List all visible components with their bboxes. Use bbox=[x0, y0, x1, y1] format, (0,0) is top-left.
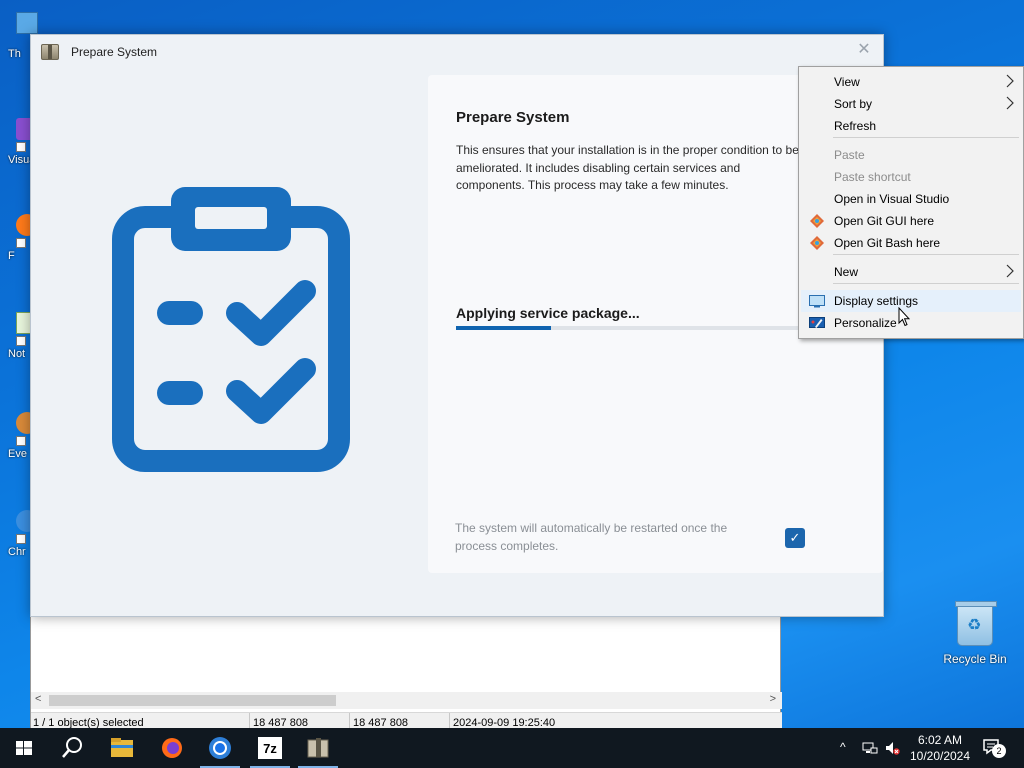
firefox-icon bbox=[162, 738, 182, 758]
search-button[interactable] bbox=[48, 728, 96, 768]
progress-fill bbox=[456, 326, 551, 330]
taskbar-7zip[interactable]: 7z bbox=[246, 728, 294, 768]
app-icon bbox=[41, 44, 59, 60]
context-menu-item-label: Paste bbox=[834, 148, 865, 162]
context-menu-separator bbox=[833, 254, 1019, 255]
shortcut-arrow-icon bbox=[16, 142, 26, 152]
desktop-icon-label: Eve bbox=[8, 448, 27, 460]
scroll-right-icon[interactable]: > bbox=[770, 693, 776, 705]
notification-count-badge: 2 bbox=[992, 744, 1006, 758]
context-menu-item-label: Open in Visual Studio bbox=[834, 192, 950, 206]
file-manager-window: < > 1 / 1 object(s) selected 18 487 808 … bbox=[30, 612, 782, 733]
desktop-context-menu: View Sort by Refresh Paste Paste shortcut Ope… bbox=[798, 66, 1024, 339]
display-icon bbox=[809, 295, 825, 308]
context-menu-item-label: Open Git GUI here bbox=[834, 214, 935, 228]
context-menu-item[interactable]: View bbox=[801, 71, 1021, 93]
volume-muted-icon[interactable] bbox=[884, 740, 900, 756]
submenu-chevron-right-icon bbox=[1006, 74, 1014, 88]
taskbar: 7z ^ 6:02 AM 10/20/2024 2 bbox=[0, 728, 1024, 768]
context-menu-item[interactable]: Open Git Bash here bbox=[801, 232, 1021, 254]
system-clock[interactable]: 6:02 AM 10/20/2024 bbox=[905, 732, 975, 764]
7zip-label: 7z bbox=[263, 741, 277, 756]
scrollbar-thumb[interactable] bbox=[49, 695, 336, 706]
context-menu-item[interactable]: Personalize bbox=[801, 312, 1021, 334]
context-menu-item[interactable]: New bbox=[801, 261, 1021, 283]
desktop-icon-label: Chr bbox=[8, 546, 26, 558]
git-icon bbox=[810, 236, 824, 250]
shortcut-arrow-icon bbox=[16, 534, 26, 544]
desktop-icon-label: Not bbox=[8, 348, 26, 360]
context-menu-item-label: Refresh bbox=[834, 119, 877, 133]
start-button[interactable] bbox=[0, 728, 48, 768]
scroll-left-icon[interactable]: < bbox=[35, 693, 41, 705]
taskbar-chrome[interactable] bbox=[196, 728, 244, 768]
window-title: Prepare System bbox=[71, 45, 158, 59]
desktop-icon-label: Th bbox=[8, 48, 21, 60]
context-menu-item-label: Paste shortcut bbox=[834, 170, 911, 184]
recycle-bin-label: Recycle Bin bbox=[943, 652, 1007, 666]
show-hidden-icons-button[interactable]: ^ bbox=[840, 740, 846, 754]
context-menu-item-label: Sort by bbox=[834, 97, 873, 111]
installer-icon bbox=[307, 738, 329, 758]
context-menu-item[interactable]: Open Git GUI here bbox=[801, 210, 1021, 232]
auto-restart-checkbox[interactable]: ✓ bbox=[785, 528, 805, 548]
prepare-system-dialog: Prepare System ✕ Prepare System This ens… bbox=[30, 34, 884, 617]
search-icon bbox=[62, 737, 82, 758]
shortcut-arrow-icon bbox=[16, 238, 26, 248]
progress-status: Applying service package... bbox=[456, 305, 640, 321]
context-menu-item-label: Display settings bbox=[834, 294, 919, 308]
7zip-icon: 7z bbox=[258, 737, 282, 759]
context-menu-item: Paste shortcut bbox=[801, 166, 1021, 188]
context-menu-item[interactable]: Refresh bbox=[801, 115, 1021, 137]
clipboard-checklist-icon bbox=[112, 187, 350, 472]
taskbar-file-explorer[interactable] bbox=[98, 728, 146, 768]
start-icon bbox=[16, 741, 32, 755]
desktop-icon-label: F bbox=[8, 250, 15, 262]
context-menu-item[interactable]: Open in Visual Studio bbox=[801, 188, 1021, 210]
shortcut-arrow-icon bbox=[16, 336, 26, 346]
git-icon bbox=[810, 214, 824, 228]
context-menu-item-label: Open Git Bash here bbox=[834, 236, 941, 250]
context-menu-item-label: View bbox=[834, 75, 860, 89]
clock-date: 10/20/2024 bbox=[909, 749, 971, 763]
horizontal-scrollbar[interactable]: < > bbox=[31, 692, 782, 709]
context-menu-item: Paste bbox=[801, 144, 1021, 166]
personalize-icon bbox=[809, 317, 825, 328]
this-pc-icon bbox=[16, 12, 38, 34]
context-menu-item[interactable]: Display settings bbox=[801, 290, 1021, 312]
taskbar-firefox[interactable] bbox=[148, 728, 196, 768]
panel-heading: Prepare System bbox=[456, 109, 570, 126]
context-menu-separator bbox=[833, 283, 1019, 284]
file-explorer-icon bbox=[111, 738, 133, 757]
submenu-chevron-right-icon bbox=[1006, 264, 1014, 278]
restart-note: The system will automatically be restart… bbox=[455, 521, 728, 553]
taskbar-installer[interactable] bbox=[294, 728, 342, 768]
clock-time: 6:02 AM bbox=[917, 733, 963, 747]
close-button[interactable]: ✕ bbox=[853, 39, 875, 61]
mouse-cursor-icon bbox=[898, 307, 910, 327]
panel-description: This ensures that your installation is i… bbox=[456, 143, 799, 192]
action-center-button[interactable]: 2 bbox=[982, 738, 1006, 758]
network-icon[interactable] bbox=[862, 740, 878, 756]
context-menu-item-label: New bbox=[834, 265, 859, 279]
chrome-icon bbox=[209, 737, 231, 759]
submenu-chevron-right-icon bbox=[1006, 96, 1014, 110]
title-bar[interactable]: Prepare System ✕ bbox=[31, 35, 883, 67]
recycle-bin-icon: ♻ bbox=[955, 601, 997, 646]
context-menu-separator bbox=[833, 137, 1019, 138]
context-menu-item[interactable]: Sort by bbox=[801, 93, 1021, 115]
progress-bar bbox=[456, 326, 801, 330]
shortcut-arrow-icon bbox=[16, 436, 26, 446]
context-menu-item-label: Personalize bbox=[834, 316, 897, 330]
desktop-icon-recycle-bin[interactable]: ♻ Recycle Bin bbox=[940, 600, 1010, 670]
